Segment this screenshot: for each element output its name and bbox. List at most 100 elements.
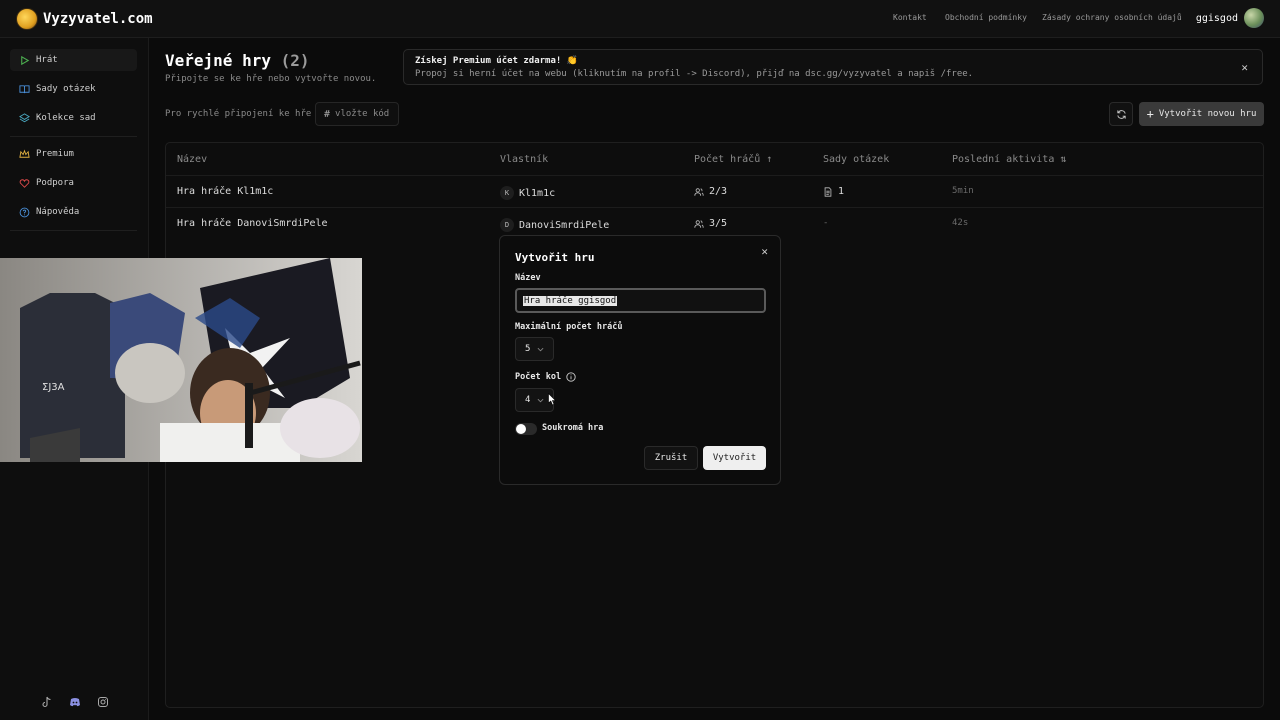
refresh-icon [1116,109,1126,119]
sidebar-item-premium[interactable]: Premium [10,143,137,165]
page-subtitle: Připojte se ke hře nebo vytvořte novou. [165,74,377,84]
game-name-value: Hra hráče ggisgod [523,295,618,306]
column-header-name[interactable]: Název [177,154,207,165]
tiktok-icon[interactable] [41,696,53,708]
owner-avatar: D [500,218,514,232]
create-game-button[interactable]: + Vytvořit novou hru [1139,102,1264,126]
sets-count: 1 [838,186,845,197]
game-count: (2) [280,51,310,70]
code-placeholder: vložte kód [335,109,390,119]
rounds-value: 4 [525,395,531,405]
close-icon[interactable]: ✕ [761,245,768,258]
dialog-title: Vytvořit hru [515,251,595,264]
players-count: 2/3 [709,186,728,197]
sidebar-item-label: Hrát [36,55,58,65]
mouse-cursor-icon [548,393,556,406]
help-icon [19,207,30,217]
players-count: 3/5 [709,218,728,229]
promo-title: Získej Premium účet zdarma! 👏 [415,56,578,66]
private-game-toggle[interactable] [515,423,537,435]
user-menu[interactable]: ggisgod [1196,8,1264,28]
column-header-sets[interactable]: Sady otázek [823,154,889,165]
plus-icon: + [1146,107,1154,121]
last-activity: 5min [952,186,974,196]
rounds-label: Počet kol [515,372,576,382]
page-title-text: Veřejné hry [165,51,271,70]
sets-count: - [823,218,829,228]
players-cell: 3/5 [694,218,727,229]
book-icon [19,84,30,93]
sidebar-item-label: Podpora [36,178,74,188]
nav-link-kontakt[interactable]: Kontakt [893,13,927,22]
owner-avatar: K [500,186,514,200]
game-name-input[interactable]: Hra hráče ggisgod [515,288,766,313]
sidebar-item-label: Nápověda [36,207,80,217]
game-name-label: Název [515,273,541,283]
sidebar-item-collections[interactable]: Kolekce sad [10,107,137,129]
sets-cell: 1 [823,186,844,197]
logo[interactable]: Vyzyvatel.com [16,8,153,30]
sidebar-item-play[interactable]: Hrát [10,49,137,71]
nav-link-privacy[interactable]: Zásady ochrany osobních údajů [1042,13,1182,22]
table-row[interactable]: Hra hráče Kl1m1c K Kl1m1c 2/3 1 5min [166,175,1263,207]
column-header-activity[interactable]: Poslední aktivita ⇅ [952,154,1066,165]
max-players-select[interactable]: 5 [515,337,554,361]
game-code-input[interactable]: # vložte kód [315,102,399,126]
close-icon[interactable]: ✕ [1241,61,1248,74]
quick-join-label: Pro rychlé připojení ke hře [165,109,312,119]
chevron-down-icon [537,347,544,351]
toggle-knob [516,424,526,434]
nav-link-terms[interactable]: Obchodní podmínky [945,13,1027,22]
game-name: Hra hráče Kl1m1c [177,186,274,197]
sidebar-item-support[interactable]: Podpora [10,172,137,194]
sidebar-item-question-sets[interactable]: Sady otázek [10,78,137,100]
owner-cell: D DanoviSmrdiPele [500,218,609,232]
players-cell: 2/3 [694,186,727,197]
owner-name: Kl1m1c [519,187,556,199]
sidebar-item-label: Premium [36,149,74,159]
webcam-image: ΣJ3A [0,258,362,462]
column-header-players[interactable]: Počet hráčů ↑ [694,154,772,165]
max-players-value: 5 [525,344,531,354]
max-players-label: Maximální počet hráčů [515,322,623,332]
top-bar: Vyzyvatel.com Kontakt Obchodní podmínky … [0,0,1280,38]
create-game-label: Vytvořit novou hru [1158,109,1257,119]
heart-icon [19,178,30,188]
sidebar-divider [10,136,137,137]
webcam-overlay: ΣJ3A [0,258,362,462]
avatar [1244,8,1264,28]
instagram-icon[interactable] [97,696,109,708]
page-title: Veřejné hry (2) [165,51,310,70]
last-activity: 42s [952,218,969,228]
svg-text:ΣJ3A: ΣJ3A [42,382,65,393]
document-icon [824,186,832,197]
submit-create-button[interactable]: Vytvořit [703,446,766,470]
premium-promo-banner: Získej Premium účet zdarma! 👏 Propoj si … [403,49,1263,85]
sidebar-divider [10,230,137,231]
refresh-button[interactable] [1109,102,1133,126]
username: ggisgod [1195,12,1238,24]
rounds-label-text: Počet kol [515,372,562,382]
cancel-button[interactable]: Zrušit [644,446,698,470]
users-icon [694,219,704,228]
discord-icon[interactable] [69,696,81,708]
crown-icon [19,149,30,158]
column-header-owner[interactable]: Vlastník [500,154,548,165]
private-game-label: Soukromá hra [542,423,604,433]
owner-cell: K Kl1m1c [500,186,555,200]
play-icon [21,55,30,65]
logo-icon [16,8,38,30]
users-icon [694,187,704,196]
game-name: Hra hráče DanoviSmrdiPele [177,218,328,229]
sidebar-item-help[interactable]: Nápověda [10,201,137,223]
chevron-down-icon [537,398,544,402]
sidebar-item-label: Sady otázek [36,84,96,94]
create-game-dialog: Vytvořit hru ✕ Název Hra hráče ggisgod M… [499,235,781,485]
info-icon[interactable] [566,372,576,382]
promo-text: Propoj si herní účet na webu (kliknutím … [415,69,974,79]
logo-text: Vyzyvatel.com [43,11,153,27]
layers-icon [19,112,30,122]
social-links [0,696,149,708]
hash-icon: # [324,108,331,120]
owner-name: DanoviSmrdiPele [519,219,610,231]
